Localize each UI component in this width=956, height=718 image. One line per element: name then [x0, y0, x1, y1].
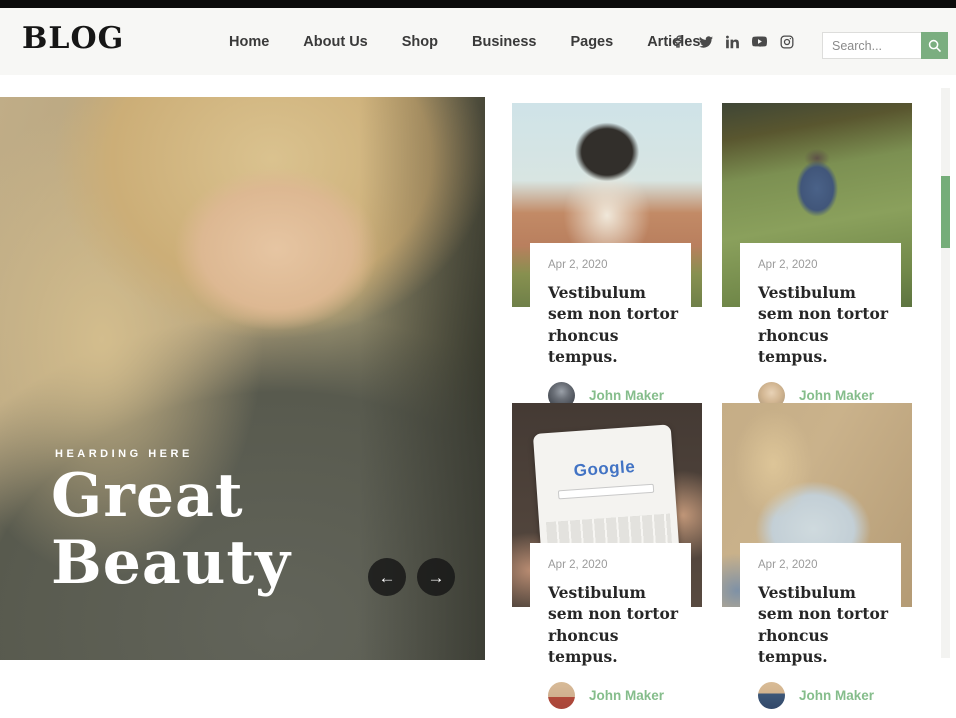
card-content: Apr 2, 2020 Vestibulum sem non tortor rh… — [530, 243, 691, 415]
card-content: Apr 2, 2020 Vestibulum sem non tortor rh… — [740, 243, 901, 415]
card-title-link[interactable]: Vestibulum sem non tortor rhoncus tempus… — [548, 582, 685, 668]
author-name-link[interactable]: John Maker — [589, 388, 664, 403]
card-content: Apr 2, 2020 Vestibulum sem non tortor rh… — [530, 543, 691, 715]
arrow-left-icon: ← — [379, 569, 396, 586]
card-author-row: John Maker — [758, 682, 895, 715]
blog-homepage: BLOG Home About Us Shop Business Pages A… — [0, 0, 956, 718]
author-avatar — [758, 682, 785, 709]
nav-item-business[interactable]: Business — [472, 34, 536, 50]
search-button[interactable] — [921, 32, 948, 59]
youtube-link[interactable] — [752, 34, 767, 49]
article-card-1[interactable]: Apr 2, 2020 Vestibulum sem non tortor rh… — [512, 103, 702, 395]
tablet-search-bar — [558, 484, 654, 500]
card-date: Apr 2, 2020 — [758, 259, 895, 271]
twitter-link[interactable] — [698, 34, 713, 49]
social-links — [671, 8, 794, 75]
facebook-link[interactable] — [671, 34, 686, 49]
instagram-link[interactable] — [779, 34, 794, 49]
card-date: Apr 2, 2020 — [758, 559, 895, 571]
card-content: Apr 2, 2020 Vestibulum sem non tortor rh… — [740, 543, 901, 715]
author-name-link[interactable]: John Maker — [589, 688, 664, 703]
card-date: Apr 2, 2020 — [548, 559, 685, 571]
card-title-link[interactable]: Vestibulum sem non tortor rhoncus tempus… — [758, 582, 895, 668]
site-logo[interactable]: BLOG — [22, 21, 124, 56]
search-icon — [928, 39, 942, 53]
youtube-icon — [752, 35, 767, 48]
top-black-bar — [0, 0, 956, 8]
hero-title-line2: Beauty — [51, 528, 291, 598]
arrow-right-icon: → — [428, 569, 445, 586]
card-title-link[interactable]: Vestibulum sem non tortor rhoncus tempus… — [758, 282, 895, 368]
hero-title-line1: Great — [51, 461, 244, 531]
main-nav: Home About Us Shop Business Pages Articl… — [229, 8, 700, 75]
hero-title: GreatBeauty — [51, 463, 291, 597]
search-bar — [822, 32, 948, 59]
page-scrollbar-track[interactable] — [941, 88, 950, 658]
nav-item-pages[interactable]: Pages — [570, 34, 613, 50]
twitter-icon — [699, 35, 713, 49]
search-input[interactable] — [822, 32, 921, 59]
linkedin-link[interactable] — [725, 34, 740, 49]
instagram-icon — [780, 35, 794, 49]
hero-slider: HEARDING HERE GreatBeauty ← → — [0, 97, 485, 660]
facebook-icon — [672, 35, 685, 48]
card-title-link[interactable]: Vestibulum sem non tortor rhoncus tempus… — [548, 282, 685, 368]
slider-prev-button[interactable]: ← — [368, 558, 406, 596]
article-card-4[interactable]: Apr 2, 2020 Vestibulum sem non tortor rh… — [722, 403, 912, 695]
hero-kicker: HEARDING HERE — [55, 448, 193, 460]
card-author-row: John Maker — [548, 682, 685, 715]
card-date: Apr 2, 2020 — [548, 259, 685, 271]
article-card-2[interactable]: Apr 2, 2020 Vestibulum sem non tortor rh… — [722, 103, 912, 395]
article-card-3[interactable]: Google Apr 2, 2020 Vestibulum sem non to… — [512, 403, 702, 695]
nav-item-shop[interactable]: Shop — [402, 34, 438, 50]
page-scrollbar-thumb[interactable] — [941, 176, 950, 248]
author-name-link[interactable]: John Maker — [799, 688, 874, 703]
nav-item-about-us[interactable]: About Us — [303, 34, 367, 50]
author-avatar — [548, 682, 575, 709]
slider-next-button[interactable]: → — [417, 558, 455, 596]
google-logo-text: Google — [573, 457, 636, 481]
author-name-link[interactable]: John Maker — [799, 388, 874, 403]
site-header: BLOG Home About Us Shop Business Pages A… — [0, 8, 956, 75]
linkedin-icon — [726, 35, 740, 49]
nav-item-home[interactable]: Home — [229, 34, 269, 50]
